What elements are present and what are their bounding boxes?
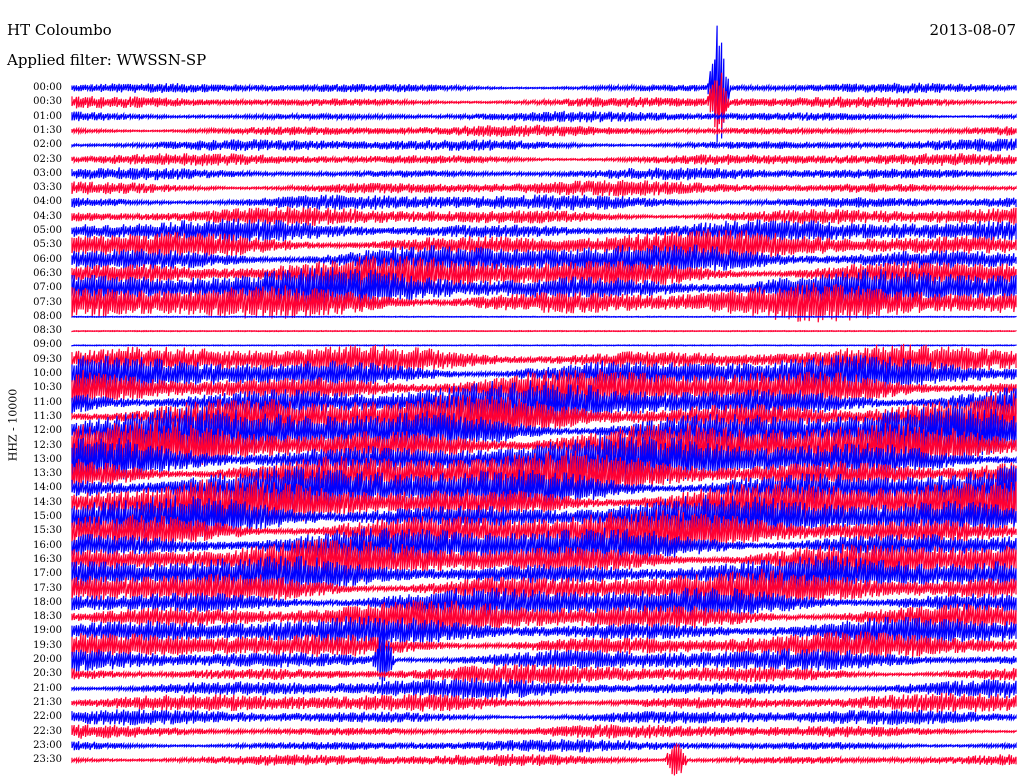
trace-row xyxy=(71,194,1017,211)
trace-row xyxy=(71,724,1017,739)
trace-row xyxy=(71,315,1017,319)
trace-row xyxy=(71,344,1017,347)
trace-row xyxy=(71,329,1017,333)
trace-row xyxy=(71,663,1017,686)
helicorder-plot xyxy=(71,25,1017,776)
trace-row xyxy=(71,72,1017,135)
trace-row xyxy=(71,110,1017,123)
trace-row xyxy=(71,179,1017,197)
trace-row xyxy=(71,138,1017,152)
trace-row xyxy=(71,709,1017,726)
trace-row xyxy=(71,124,1017,138)
trace-row xyxy=(71,167,1017,181)
trace-row xyxy=(71,738,1017,753)
trace-row xyxy=(71,25,1017,143)
trace-row xyxy=(71,153,1017,167)
trace-row xyxy=(71,692,1017,713)
